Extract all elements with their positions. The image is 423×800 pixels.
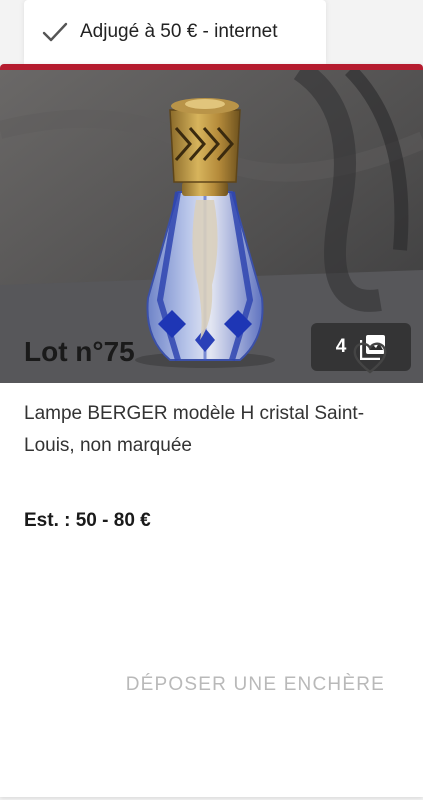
heart-outline-icon[interactable] — [352, 341, 388, 375]
place-bid-button[interactable]: DÉPOSER UNE ENCHÈRE — [126, 674, 385, 696]
lot-description: Lampe BERGER modèle H cristal Saint-Loui… — [24, 403, 365, 456]
photo-count-value: 4 — [335, 336, 347, 357]
lot-estimate: Est. : 50 - 80 € — [24, 510, 151, 531]
check-icon — [42, 21, 68, 43]
sold-status-label: Adjugé à 50 € - internet — [80, 21, 278, 42]
lot-card-page: Adjugé à 50 € - internet 4 Lot n°75 Lamp… — [0, 0, 423, 800]
lot-title: Lot n°75 — [24, 336, 135, 367]
sold-status-tab: Adjugé à 50 € - internet — [24, 0, 326, 64]
